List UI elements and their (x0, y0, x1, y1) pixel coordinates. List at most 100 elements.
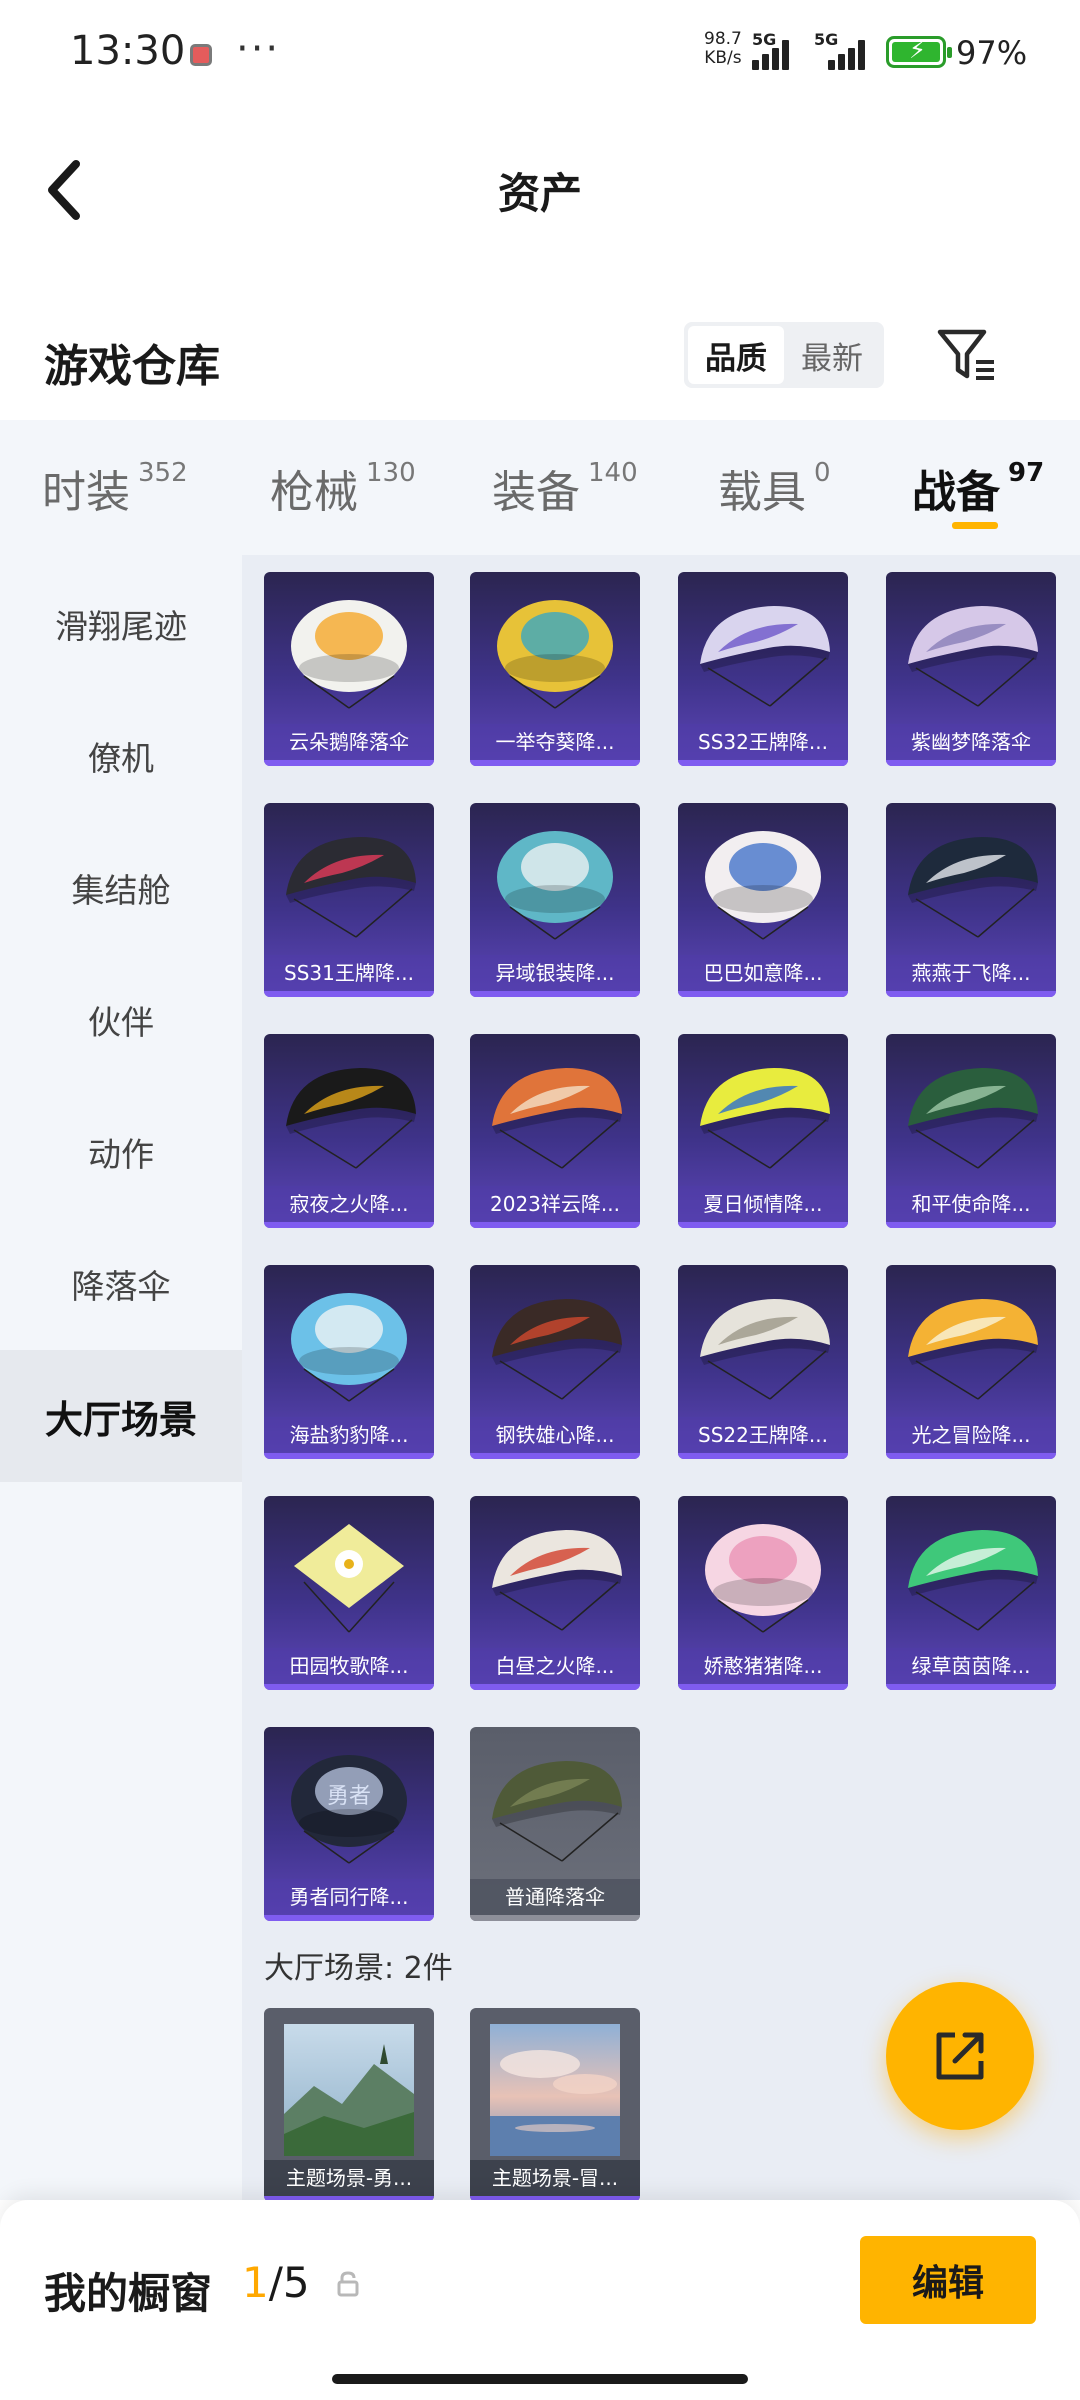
showcase-count: 1/5 (242, 2258, 310, 2307)
parachute-card[interactable]: 紫幽梦降落伞 (886, 572, 1056, 766)
parachute-card[interactable]: 2023祥云降... (470, 1034, 640, 1228)
parachute-card[interactable]: 田园牧歌降... (264, 1496, 434, 1690)
rarity-bar (886, 1222, 1056, 1228)
parachute-name: 钢铁雄心降... (470, 1417, 640, 1453)
rarity-bar (678, 1684, 848, 1690)
parachute-name: 夏日倾情降... (678, 1186, 848, 1222)
lobby-scene-name: 主题场景-冒... (470, 2160, 640, 2196)
svg-text:勇者: 勇者 (327, 1784, 371, 1809)
parachute-thumbnail (492, 1068, 622, 1169)
parachute-card[interactable]: 寂夜之火降... (264, 1034, 434, 1228)
share-button[interactable] (886, 1982, 1034, 2130)
tab-label: 载具 (718, 467, 806, 518)
parachute-card[interactable]: 巴巴如意降... (678, 803, 848, 997)
parachute-thumbnail (492, 1530, 622, 1631)
parachute-card[interactable]: 白昼之火降... (470, 1496, 640, 1690)
sort-toggle: 品质 最新 (684, 322, 884, 388)
category-tabs: 时装 352 枪械 130 装备 140 载具 0 战备 97 (0, 420, 1080, 555)
parachute-name: 绿草茵茵降... (886, 1648, 1056, 1684)
parachute-card[interactable]: 夏日倾情降... (678, 1034, 848, 1228)
parachute-name: 海盐豹豹降... (264, 1417, 434, 1453)
battery-icon: ⚡ (886, 36, 952, 68)
parachute-name: SS22王牌降... (678, 1417, 848, 1453)
parachute-card[interactable]: 勇者 勇者同行降... (264, 1727, 434, 1921)
showcase-bar: 我的橱窗 1/5 编辑 (0, 2200, 1080, 2400)
rarity-bar (264, 760, 434, 766)
network-speed-value: 98.7 (704, 29, 742, 49)
parachute-name: 云朵鹅降落伞 (264, 724, 434, 760)
parachute-thumbnail: 勇者 (291, 1755, 407, 1864)
lobby-scene-heading: 大厅场景: 2件 (264, 1951, 453, 1986)
parachute-name: 白昼之火降... (470, 1648, 640, 1684)
parachute-name: 异域银装降... (470, 955, 640, 991)
tab-equipment[interactable]: 装备 140 (492, 456, 638, 520)
tab-label: 装备 (492, 467, 580, 518)
rarity-bar (470, 1222, 640, 1228)
share-icon (936, 2032, 984, 2080)
parachute-card[interactable]: 和平使命降... (886, 1034, 1056, 1228)
tab-count: 352 (138, 458, 188, 488)
parachute-card[interactable]: SS22王牌降... (678, 1265, 848, 1459)
battery-level: 97% (956, 34, 1028, 72)
sort-option-quality[interactable]: 品质 (688, 326, 784, 384)
lobby-scene-card[interactable]: 主题场景-勇... (264, 2008, 434, 2200)
tab-count: 140 (588, 458, 638, 488)
lobby-scene-thumbnail (284, 2024, 414, 2156)
lobby-scene-card[interactable]: 主题场景-冒... (470, 2008, 640, 2200)
side-item-parachute[interactable]: 降落伞 (0, 1218, 242, 1350)
rarity-bar (470, 1684, 640, 1690)
side-item-assembly-pod[interactable]: 集结舱 (0, 822, 242, 954)
side-item-emote[interactable]: 动作 (0, 1086, 242, 1218)
rarity-bar (264, 1684, 434, 1690)
rarity-bar (264, 991, 434, 997)
parachute-card[interactable]: 燕燕于飞降... (886, 803, 1056, 997)
side-item-companion[interactable]: 伙伴 (0, 954, 242, 1086)
side-item-wingman[interactable]: 僚机 (0, 690, 242, 822)
parachute-name: 紫幽梦降落伞 (886, 724, 1056, 760)
parachute-card[interactable]: 普通降落伞 (470, 1727, 640, 1921)
tab-vehicles[interactable]: 载具 0 (718, 456, 831, 520)
parachute-thumbnail (492, 1761, 622, 1862)
parachute-name: 光之冒险降... (886, 1417, 1056, 1453)
parachute-card[interactable]: 一举夺葵降... (470, 572, 640, 766)
parachute-card[interactable]: 绿草茵茵降... (886, 1496, 1056, 1690)
parachute-thumbnail (908, 606, 1038, 707)
parachute-card[interactable]: 光之冒险降... (886, 1265, 1056, 1459)
tab-weapons[interactable]: 枪械 130 (270, 456, 416, 520)
parachute-card[interactable]: 海盐豹豹降... (264, 1265, 434, 1459)
tab-battle-gear[interactable]: 战备 97 (912, 456, 1044, 520)
lock-icon (334, 2270, 362, 2298)
parachute-card[interactable]: SS31王牌降... (264, 803, 434, 997)
filter-icon[interactable] (934, 322, 1000, 388)
rarity-bar (678, 991, 848, 997)
sort-option-newest[interactable]: 最新 (784, 326, 880, 384)
lobby-scene-thumbnail (490, 2024, 620, 2156)
lobby-scene-name: 主题场景-勇... (264, 2160, 434, 2196)
parachute-card[interactable]: 异域银装降... (470, 803, 640, 997)
parachute-card[interactable]: 云朵鹅降落伞 (264, 572, 434, 766)
parachute-thumbnail (705, 1524, 821, 1633)
rarity-bar (470, 760, 640, 766)
showcase-total: /5 (268, 2258, 310, 2307)
side-item-glide-trail[interactable]: 滑翔尾迹 (0, 558, 242, 690)
notification-app-icon (190, 44, 212, 66)
parachute-thumbnail (700, 1299, 830, 1400)
warehouse-title: 游戏仓库 (44, 341, 220, 392)
parachute-thumbnail (908, 1068, 1038, 1169)
parachute-name: 巴巴如意降... (678, 955, 848, 991)
status-bar: 13:30 ··· 98.7 KB/s 5G 5G ⚡ 97% (0, 0, 1080, 110)
parachute-name: 燕燕于飞降... (886, 955, 1056, 991)
parachute-thumbnail (908, 837, 1038, 938)
parachute-card[interactable]: 钢铁雄心降... (470, 1265, 640, 1459)
edit-button[interactable]: 编辑 (860, 2236, 1036, 2324)
showcase-current: 1 (242, 2258, 269, 2307)
parachute-thumbnail (291, 600, 407, 709)
rarity-bar (886, 760, 1056, 766)
side-item-lobby-scene[interactable]: 大厅场景 (0, 1350, 242, 1482)
parachute-thumbnail (908, 1530, 1038, 1631)
parachute-card[interactable]: SS32王牌降... (678, 572, 848, 766)
tab-fashion[interactable]: 时装 352 (42, 456, 188, 520)
parachute-thumbnail (700, 606, 830, 707)
rarity-bar (886, 1684, 1056, 1690)
parachute-card[interactable]: 娇憨猪猪降... (678, 1496, 848, 1690)
